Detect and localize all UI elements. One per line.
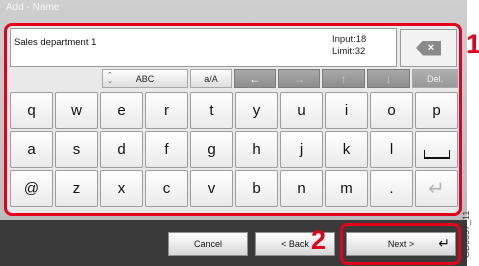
- key-j[interactable]: j: [280, 131, 323, 168]
- backspace-icon: ×: [416, 40, 441, 56]
- key-d[interactable]: d: [100, 131, 143, 168]
- left-arrow-icon: ←: [249, 71, 261, 86]
- keyboard-highlight-frame: Sales department 1 Input:18 Limit:32 × ⌃…: [4, 23, 462, 216]
- key-s[interactable]: s: [55, 131, 98, 168]
- cancel-button[interactable]: Cancel: [168, 232, 248, 256]
- delete-button[interactable]: Del.: [412, 69, 458, 88]
- callout-2: 2: [311, 225, 327, 255]
- key-f[interactable]: f: [145, 131, 188, 168]
- case-toggle-label: a/A: [204, 73, 218, 84]
- down-arrow-button[interactable]: ↓: [367, 69, 410, 88]
- delete-label: Del.: [426, 73, 443, 84]
- up-arrow-button[interactable]: ↑: [322, 69, 365, 88]
- key-y[interactable]: y: [235, 92, 278, 129]
- key-i[interactable]: i: [325, 92, 368, 129]
- key-t[interactable]: t: [190, 92, 233, 129]
- right-arrow-button[interactable]: →: [278, 69, 320, 88]
- down-arrow-icon: ↓: [385, 71, 392, 86]
- up-arrow-icon: ↑: [340, 71, 347, 86]
- key-n[interactable]: n: [280, 170, 323, 207]
- key-period[interactable]: .: [370, 170, 413, 207]
- enter-key[interactable]: ↵: [415, 170, 458, 207]
- key-e[interactable]: e: [100, 92, 143, 129]
- enter-icon: ↵: [428, 178, 445, 200]
- input-mode-label: ABC: [135, 73, 155, 84]
- left-arrow-button[interactable]: ←: [234, 69, 276, 88]
- name-input-field[interactable]: Sales department 1 Input:18 Limit:32: [10, 28, 397, 67]
- key-r[interactable]: r: [145, 92, 188, 129]
- input-limit: Limit:32: [332, 46, 366, 57]
- key-c[interactable]: c: [145, 170, 188, 207]
- space-icon: [423, 150, 450, 159]
- key-o[interactable]: o: [370, 92, 413, 129]
- input-mode-button[interactable]: ⌃ ⌄ ABC: [102, 69, 188, 88]
- input-count: Input:18: [332, 34, 367, 45]
- key-h[interactable]: h: [235, 131, 278, 168]
- figure-code: GB0057_11: [461, 210, 471, 258]
- mode-toggle-icon: ⌃ ⌄: [107, 72, 113, 85]
- key-z[interactable]: z: [55, 170, 98, 207]
- key-u[interactable]: u: [280, 92, 323, 129]
- key-at[interactable]: @: [10, 170, 53, 207]
- key-k[interactable]: k: [325, 131, 368, 168]
- key-q[interactable]: q: [10, 92, 53, 129]
- space-key[interactable]: [415, 131, 458, 168]
- input-value: Sales department 1: [14, 37, 97, 48]
- key-g[interactable]: g: [190, 131, 233, 168]
- key-p[interactable]: p: [415, 92, 458, 129]
- character-counter: Input:18 Limit:32: [332, 34, 366, 58]
- callout-1: 1: [466, 29, 479, 59]
- control-key-row: ⌃ ⌄ ABC a/A ← → ↑ ↓ Del.: [10, 69, 460, 90]
- key-w[interactable]: w: [55, 92, 98, 129]
- key-l[interactable]: l: [370, 131, 413, 168]
- key-b[interactable]: b: [235, 170, 278, 207]
- case-toggle-button[interactable]: a/A: [190, 69, 232, 88]
- right-arrow-icon: →: [293, 71, 305, 86]
- key-a[interactable]: a: [10, 131, 53, 168]
- next-highlight-frame: [340, 223, 461, 265]
- key-m[interactable]: m: [325, 170, 368, 207]
- backspace-button[interactable]: ×: [400, 29, 457, 67]
- screen-title: Add - Name: [6, 2, 60, 13]
- key-x[interactable]: x: [100, 170, 143, 207]
- key-v[interactable]: v: [190, 170, 233, 207]
